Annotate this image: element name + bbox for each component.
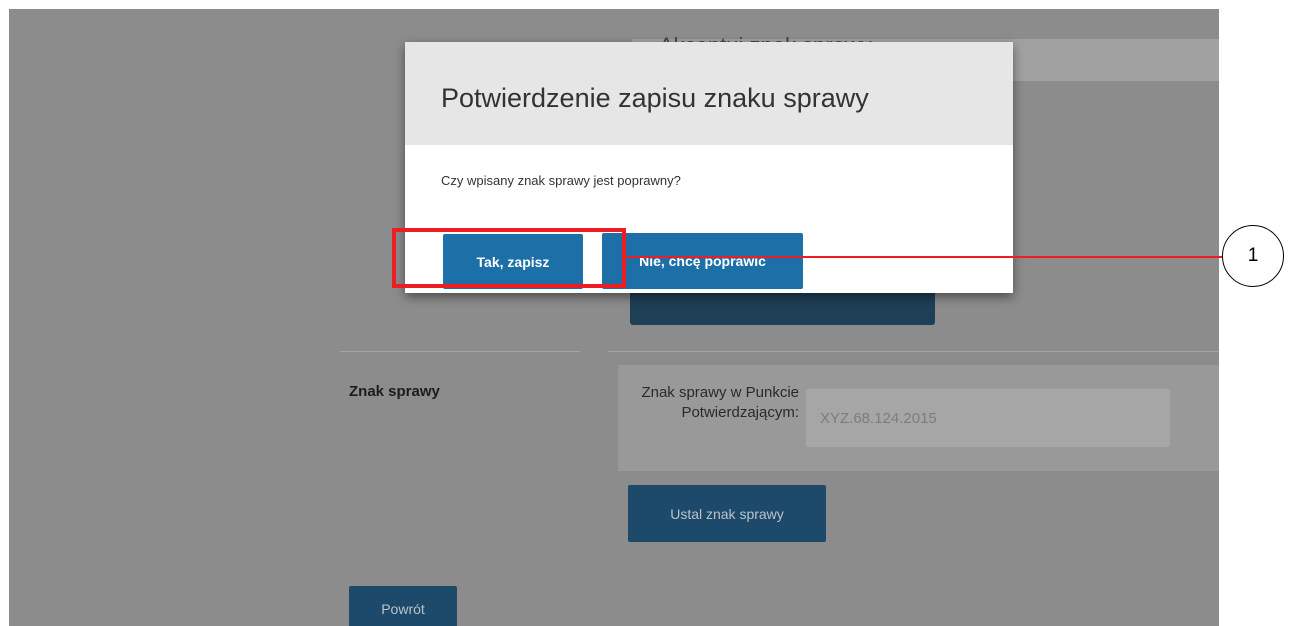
reject-edit-button[interactable]: Nie, chcę poprawić xyxy=(602,233,803,289)
callout-number: 1 xyxy=(1247,245,1259,266)
divider-right xyxy=(608,351,1219,352)
dialog-title: Potwierdzenie zapisu znaku sprawy xyxy=(441,83,869,113)
dialog-message: Czy wpisany znak sprawy jest poprawny? xyxy=(441,173,681,188)
dialog-header: Potwierdzenie zapisu znaku sprawy xyxy=(405,42,1013,145)
annotation-callout-marker: 1 xyxy=(1222,225,1284,287)
set-case-button[interactable]: Ustal znak sprawy xyxy=(628,485,826,542)
annotation-highlight-box xyxy=(392,228,626,288)
case-number-input[interactable] xyxy=(805,388,1171,448)
case-section-label: Znak sprawy xyxy=(349,383,440,400)
back-button[interactable]: Powrót xyxy=(349,586,457,626)
divider-left xyxy=(340,351,580,352)
annotation-callout-line xyxy=(626,256,1223,258)
case-field-label: Znak sprawy w Punkcie Potwierdzającym: xyxy=(641,384,799,421)
